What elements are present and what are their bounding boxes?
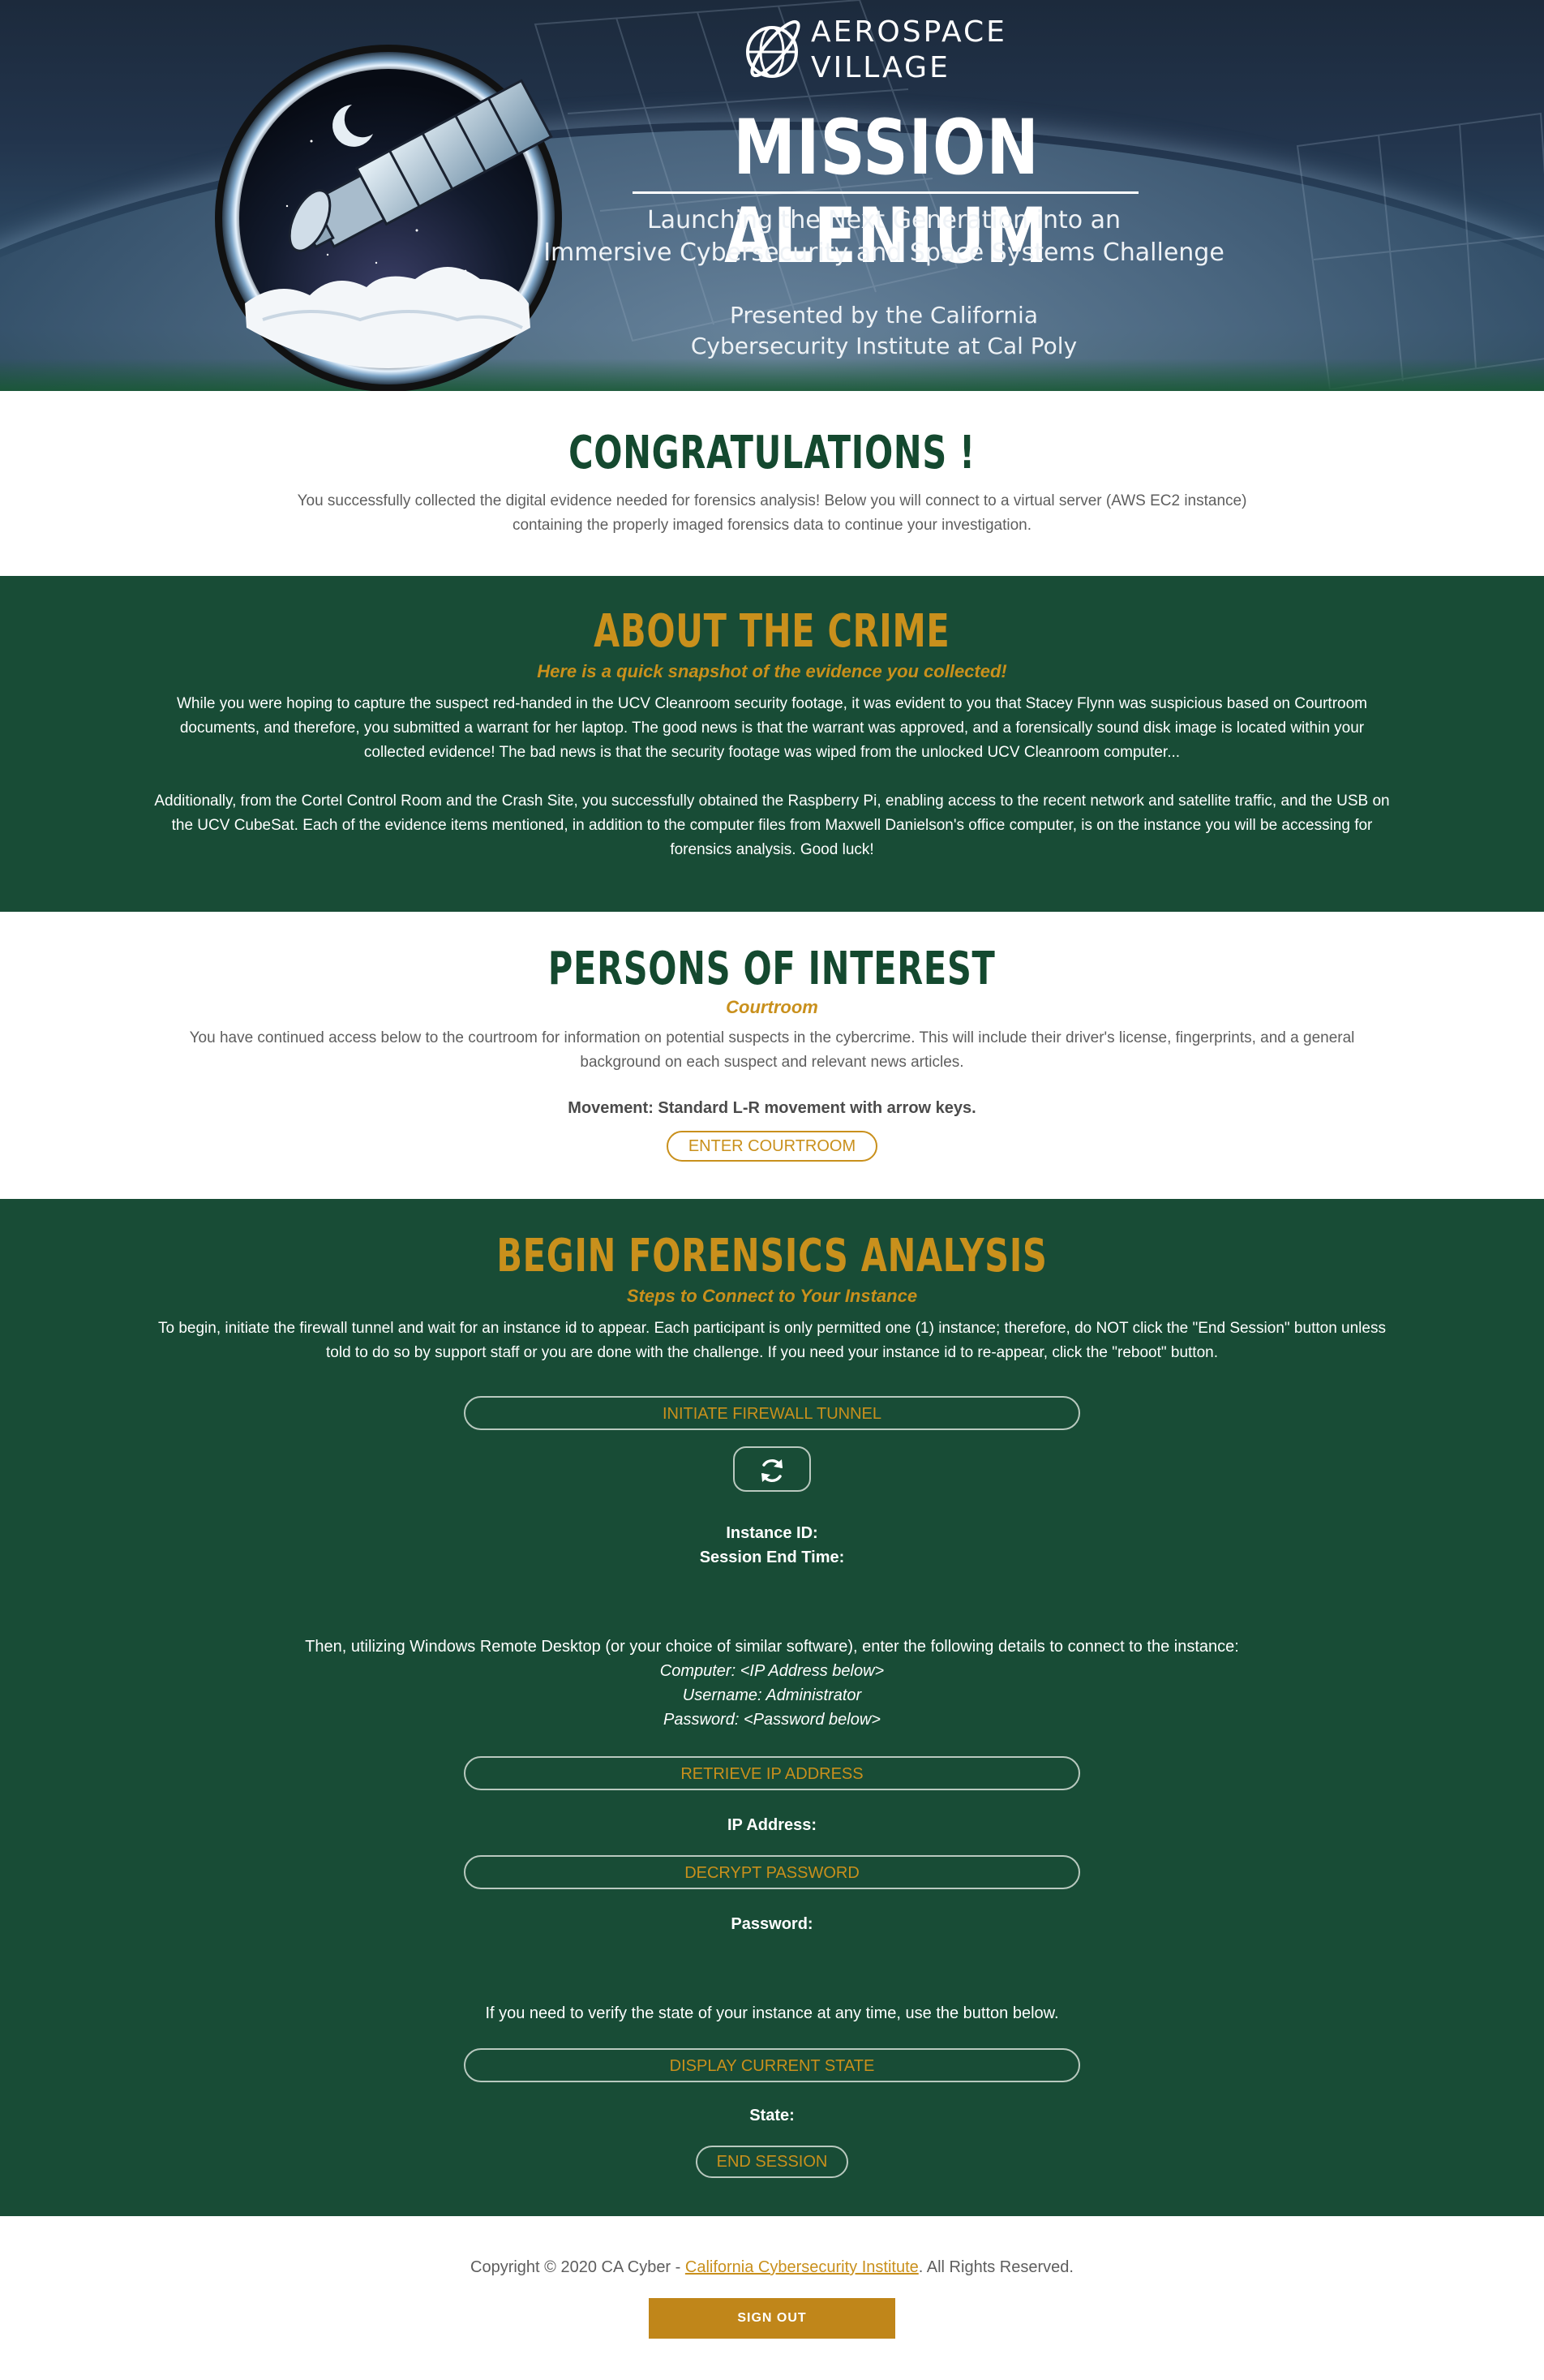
persons-heading: PERSONS OF INTEREST (548, 943, 996, 995)
display-current-state-button[interactable]: DISPLAY CURRENT STATE (464, 2048, 1080, 2082)
globe-ring-icon (746, 19, 800, 78)
rdp-password: Password: <Password below> (663, 1711, 881, 1729)
mission-badge-icon (215, 45, 562, 391)
presented-line-1: Presented by the California (729, 302, 1038, 329)
title-divider (633, 191, 1139, 194)
persons-of-interest-section: PERSONS OF INTEREST Courtroom You have c… (0, 912, 1544, 1199)
initiate-firewall-tunnel-button[interactable]: INITIATE FIREWALL TUNNEL (464, 1396, 1080, 1430)
retrieve-ip-address-button[interactable]: RETRIEVE IP ADDRESS (464, 1756, 1080, 1790)
hero-banner: AEROSPACE VILLAGE MISSION ALENIUM Launch… (0, 0, 1544, 391)
sign-out-button[interactable]: SIGN OUT (649, 2298, 895, 2339)
forensics-heading: BEGIN FORENSICS ANALYSIS (496, 1230, 1048, 1282)
enter-courtroom-button[interactable]: ENTER COURTROOM (667, 1131, 877, 1162)
congratulations-section: CONGRATULATIONS ! You successfully colle… (0, 391, 1544, 576)
about-crime-heading: ABOUT THE CRIME (594, 605, 950, 658)
verify-state-text: If you need to verify the state of your … (485, 2004, 1059, 2022)
persons-text: You have continued access below to the c… (189, 1029, 1355, 1071)
footer: Copyright © 2020 CA Cyber - California C… (0, 2216, 1544, 2344)
refresh-icon (761, 1459, 783, 1483)
copyright-suffix: . All Rights Reserved. (918, 2258, 1074, 2276)
crime-paragraph-1: While you were hoping to capture the sus… (176, 695, 1367, 761)
ip-address-label: IP Address: (727, 1816, 817, 1834)
session-end-time-label: Session End Time: (699, 1549, 845, 1566)
congratulations-heading: CONGRATULATIONS ! (568, 427, 976, 479)
hero-subtitle-line-1: Launching the Next Generation into an (646, 206, 1122, 234)
movement-instructions: Movement: Standard L-R movement with arr… (568, 1099, 976, 1117)
rdp-instructions: Then, utilizing Windows Remote Desktop (… (305, 1638, 1239, 1656)
hero-subtitle-line-2: Immersive Cybersecurity and Space System… (543, 238, 1224, 267)
crime-paragraph-2: Additionally, from the Cortel Control Ro… (154, 793, 1390, 858)
about-crime-subheading: Here is a quick snapshot of the evidence… (537, 661, 1007, 681)
hero-subtitle: Launching the Next Generation into an Im… (519, 204, 1249, 269)
logo-line-2: VILLAGE (811, 51, 950, 84)
about-the-crime-section: ABOUT THE CRIME Here is a quick snapshot… (0, 576, 1544, 912)
bottom-spacer (0, 2344, 1544, 2375)
hero-presented-by: Presented by the California Cybersecurit… (560, 300, 1208, 362)
end-session-button[interactable]: END SESSION (696, 2146, 848, 2178)
logo-line-1: AEROSPACE (811, 15, 1007, 49)
forensics-subheading: Steps to Connect to Your Instance (626, 1286, 918, 1306)
cci-link[interactable]: California Cybersecurity Institute (685, 2258, 919, 2276)
presented-line-2: Cybersecurity Institute at Cal Poly (690, 333, 1078, 359)
aerospace-village-logo: AEROSPACE VILLAGE (740, 11, 1007, 89)
courtroom-subheading: Courtroom (726, 997, 818, 1017)
logo-text: AEROSPACE VILLAGE (811, 15, 1007, 86)
instance-id-label: Instance ID: (726, 1524, 818, 1542)
decrypt-password-button[interactable]: DECRYPT PASSWORD (464, 1855, 1080, 1889)
copyright-prefix: Copyright © 2020 CA Cyber - (470, 2258, 685, 2276)
forensics-intro: To begin, initiate the firewall tunnel a… (158, 1320, 1386, 1361)
forensics-analysis-section: BEGIN FORENSICS ANALYSIS Steps to Connec… (0, 1199, 1544, 2216)
rdp-computer: Computer: <IP Address below> (659, 1662, 885, 1680)
satellite-panel-background-right (1296, 112, 1544, 389)
reboot-button[interactable] (733, 1446, 811, 1492)
page: AEROSPACE VILLAGE MISSION ALENIUM Launch… (0, 0, 1544, 2375)
rdp-username: Username: Administrator (682, 1686, 862, 1704)
congratulations-text: You successfully collected the digital e… (297, 492, 1247, 534)
instance-info: Instance ID: Session End Time: (0, 1521, 1544, 1570)
copyright-text: Copyright © 2020 CA Cyber - California C… (0, 2258, 1544, 2277)
state-label: State: (749, 2107, 795, 2124)
password-label: Password: (731, 1915, 813, 1933)
